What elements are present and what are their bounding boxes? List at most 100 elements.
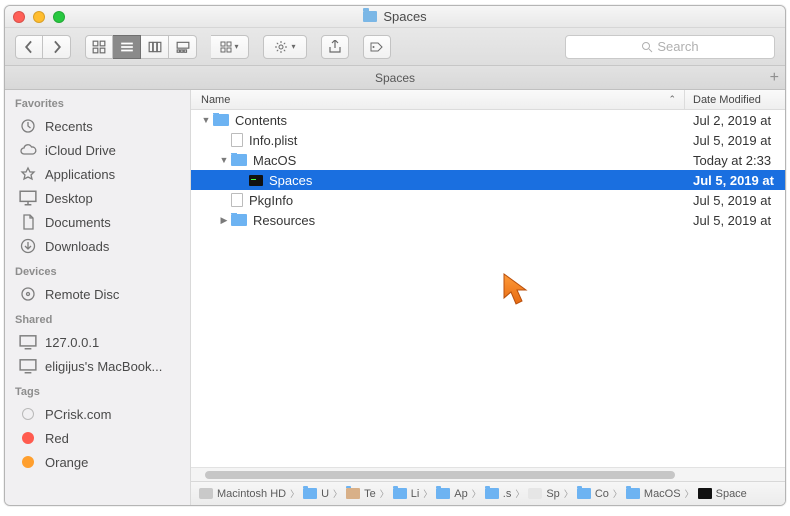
sidebar-item[interactable]: Applications — [5, 162, 190, 186]
disclosure-triangle-icon[interactable]: ▶ — [219, 215, 229, 226]
file-row[interactable]: PkgInfoJul 5, 2019 at — [191, 190, 785, 210]
new-tab-button[interactable]: + — [770, 69, 779, 87]
path-segment[interactable]: U — [303, 488, 329, 500]
group-buttons: ▾ — [211, 35, 249, 59]
path-segment-label: Li — [411, 488, 420, 500]
gallery-view-button[interactable] — [169, 35, 197, 59]
path-segment[interactable]: MacOS — [626, 488, 681, 500]
file-row[interactable]: ▼MacOSToday at 2:33 — [191, 150, 785, 170]
path-segment[interactable]: Space — [698, 488, 747, 500]
list-view-button[interactable] — [113, 35, 141, 59]
chevron-right-icon: 〉 — [333, 487, 342, 500]
chevron-right-icon: 〉 — [685, 487, 694, 500]
list-icon — [120, 40, 134, 54]
gallery-icon — [176, 40, 190, 54]
sidebar-item[interactable]: Desktop — [5, 186, 190, 210]
path-segment-label: Co — [595, 488, 609, 500]
tags-button[interactable] — [363, 35, 391, 59]
cloud-icon — [19, 142, 37, 158]
horizontal-scrollbar[interactable] — [191, 467, 785, 481]
clock-icon — [19, 118, 37, 134]
path-segment-label: U — [321, 488, 329, 500]
sidebar-item-label: Red — [45, 431, 69, 446]
chevron-right-icon: 〉 — [380, 487, 389, 500]
action-button[interactable]: ▾ — [263, 35, 307, 59]
file-name: Resources — [253, 213, 315, 228]
path-segment[interactable]: Co — [577, 488, 609, 500]
path-segment[interactable]: Macintosh HD — [199, 488, 286, 500]
chevron-right-icon: 〉 — [472, 487, 481, 500]
sidebar-section-header: Shared — [5, 306, 190, 330]
search-field[interactable]: Search — [565, 35, 775, 59]
path-segment[interactable]: Sp — [528, 488, 559, 500]
zoom-button[interactable] — [53, 11, 65, 23]
column-header-date[interactable]: Date Modified — [685, 90, 785, 109]
group-button[interactable]: ▾ — [211, 35, 249, 59]
sidebar-item[interactable]: Downloads — [5, 234, 190, 258]
grid-icon — [92, 40, 106, 54]
sidebar-item-label: Remote Disc — [45, 287, 119, 302]
tab-bar: Spaces + — [5, 66, 785, 90]
back-button[interactable] — [15, 35, 43, 59]
path-segment[interactable]: Li — [393, 488, 420, 500]
path-segment-label: .s — [503, 488, 512, 500]
folder-icon — [213, 114, 229, 126]
scrollbar-thumb[interactable] — [205, 471, 675, 479]
sidebar-item-label: Recents — [45, 119, 93, 134]
file-row[interactable]: ▶ResourcesJul 5, 2019 at — [191, 210, 785, 230]
disclosure-triangle-icon[interactable]: ▼ — [201, 115, 211, 125]
sidebar-item[interactable]: 127.0.0.1 — [5, 330, 190, 354]
monitor-icon — [19, 334, 37, 350]
chevron-left-icon — [22, 40, 36, 54]
file-row[interactable]: Info.plistJul 5, 2019 at — [191, 130, 785, 150]
path-segment[interactable]: Te — [346, 488, 376, 500]
sidebar-item[interactable]: Orange — [5, 450, 190, 474]
icon-view-button[interactable] — [85, 35, 113, 59]
sidebar-item[interactable]: Red — [5, 426, 190, 450]
chevron-right-icon — [50, 40, 64, 54]
file-date: Jul 5, 2019 at — [685, 193, 785, 208]
downloads-icon — [19, 238, 37, 254]
sidebar-item[interactable]: eligijus's MacBook... — [5, 354, 190, 378]
sidebar-item[interactable]: Remote Disc — [5, 282, 190, 306]
tab-label[interactable]: Spaces — [375, 71, 415, 85]
sidebar-item[interactable]: Recents — [5, 114, 190, 138]
sidebar-item[interactable]: PCrisk.com — [5, 402, 190, 426]
path-segment[interactable]: Ap — [436, 488, 467, 500]
disclosure-triangle-icon[interactable]: ▼ — [219, 155, 229, 165]
sidebar-item-label: Downloads — [45, 239, 109, 254]
file-name-cell: Info.plist — [191, 133, 685, 148]
folder-icon — [436, 488, 450, 499]
path-bar: Macintosh HD〉U〉Te〉Li〉Ap〉.s〉Sp〉Co〉MacOS〉S… — [191, 481, 785, 505]
folder-icon — [363, 11, 377, 22]
path-segment[interactable]: .s — [485, 488, 512, 500]
path-segment-label: MacOS — [644, 488, 681, 500]
folder-icon — [303, 488, 317, 499]
close-button[interactable] — [13, 11, 25, 23]
sidebar-section-header: Favorites — [5, 90, 190, 114]
column-header-name[interactable]: Name ⌃ — [191, 90, 685, 109]
home-icon — [346, 488, 360, 499]
sort-asc-icon: ⌃ — [668, 94, 676, 105]
file-row[interactable]: SpacesJul 5, 2019 at — [191, 170, 785, 190]
forward-button[interactable] — [43, 35, 71, 59]
file-list: Name ⌃ Date Modified ▼ContentsJul 2, 201… — [191, 90, 785, 505]
documents-icon — [19, 214, 37, 230]
tag-icon — [19, 406, 37, 422]
sidebar-item[interactable]: Documents — [5, 210, 190, 234]
file-name-cell: ▶ Resources — [191, 213, 685, 228]
desktop-icon — [19, 190, 37, 206]
toolbar: ▾ ▾ Search — [5, 28, 785, 66]
window-title: Spaces — [363, 9, 426, 24]
apps-icon — [19, 166, 37, 182]
file-rows: ▼ContentsJul 2, 2019 atInfo.plistJul 5, … — [191, 110, 785, 467]
share-button[interactable] — [321, 35, 349, 59]
minimize-button[interactable] — [33, 11, 45, 23]
tag-icon — [370, 40, 384, 54]
tag-icon — [19, 454, 37, 470]
window-controls — [13, 11, 65, 23]
column-view-button[interactable] — [141, 35, 169, 59]
sidebar-item[interactable]: iCloud Drive — [5, 138, 190, 162]
file-row[interactable]: ▼ContentsJul 2, 2019 at — [191, 110, 785, 130]
file-date: Jul 2, 2019 at — [685, 113, 785, 128]
